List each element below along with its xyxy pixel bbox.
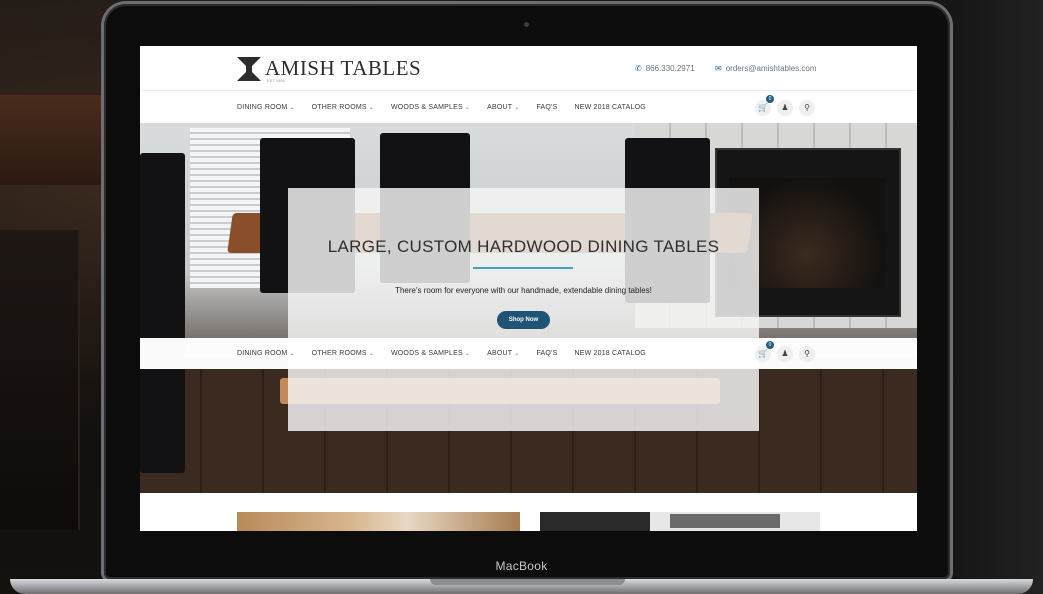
logo-text: AMISH TABLES	[265, 56, 422, 80]
hero-banner: LARGE, CUSTOM HARDWOOD DINING TABLES The…	[140, 123, 917, 493]
cart-button[interactable]: 🛒 0	[755, 340, 774, 362]
promo-tile-dining[interactable]	[237, 512, 520, 531]
laptop-screen: AMISH TABLES EST 1996 ✆ 866.330.2971 ✉ o…	[140, 46, 917, 531]
search-icon: ⚲	[804, 349, 810, 358]
nav-icons: 🛒 0 ♟ ⚲	[755, 340, 815, 362]
shop-now-button[interactable]: Shop Now	[497, 311, 550, 329]
nav-item-woods-samples[interactable]: WOODS & SAMPLES ⌄	[391, 104, 470, 111]
nav-item-faqs[interactable]: FAQ'S	[536, 350, 557, 357]
device-label: MacBook	[495, 559, 548, 573]
chevron-down-icon: ⌄	[514, 351, 520, 357]
hero-divider	[473, 267, 573, 269]
hero-subtitle: There's room for everyone with our handm…	[395, 286, 652, 295]
chevron-down-icon: ⌄	[368, 351, 374, 357]
hero-title: LARGE, CUSTOM HARDWOOD DINING TABLES	[327, 237, 720, 256]
nav-icons: 🛒 0 ♟ ⚲	[755, 94, 815, 116]
chevron-down-icon: ⌄	[464, 351, 471, 357]
chevron-down-icon: ⌄	[464, 105, 471, 111]
phone-number: 866.330.2971	[645, 64, 695, 73]
nav-item-faqs[interactable]: FAQ'S	[536, 104, 557, 111]
chevron-down-icon: ⌄	[289, 351, 295, 357]
logo-quilt-icon	[237, 56, 261, 81]
cart-button[interactable]: 🛒 0	[755, 94, 774, 116]
logo-subtext: EST 1996	[267, 78, 285, 83]
cart-count-badge: 0	[766, 340, 774, 349]
nav-item-other-rooms[interactable]: OTHER ROOMS ⌄	[312, 104, 374, 111]
promo-tile-showroom[interactable]	[540, 512, 820, 531]
nav-item-dining-room[interactable]: DINING ROOM ⌄	[237, 350, 295, 357]
nav-item-woods-samples[interactable]: WOODS & SAMPLES ⌄	[391, 350, 470, 357]
chevron-down-icon: ⌄	[368, 105, 374, 111]
user-icon: ♟	[781, 349, 789, 358]
phone-icon: ✆	[635, 64, 642, 73]
main-nav: DINING ROOM ⌄ OTHER ROOMS ⌄ WOODS & SAMPLE…	[140, 90, 917, 124]
site-logo[interactable]: AMISH TABLES	[237, 56, 421, 81]
account-button[interactable]: ♟	[777, 99, 793, 116]
hero-chair	[140, 153, 185, 473]
search-icon: ⚲	[804, 103, 810, 112]
chevron-down-icon: ⌄	[289, 105, 295, 111]
nav-item-about[interactable]: ABOUT ⌄	[487, 104, 519, 111]
site-header: AMISH TABLES EST 1996 ✆ 866.330.2971 ✉ o…	[140, 46, 917, 90]
phone-link[interactable]: ✆ 866.330.2971	[635, 64, 695, 73]
background-table	[0, 95, 110, 185]
nav-item-catalog[interactable]: NEW 2018 CATALOG	[574, 104, 645, 111]
cart-count-badge: 0	[766, 94, 774, 103]
background-wall	[948, 0, 1043, 594]
nav-menu: DINING ROOM ⌄ OTHER ROOMS ⌄ WOODS & SAMPLE…	[237, 350, 663, 357]
cart-icon: 🛒	[758, 103, 768, 112]
laptop-notch	[430, 579, 625, 585]
chevron-down-icon: ⌄	[514, 105, 520, 111]
nav-item-about[interactable]: ABOUT ⌄	[487, 350, 519, 357]
nav-item-catalog[interactable]: NEW 2018 CATALOG	[574, 350, 645, 357]
nav-item-other-rooms[interactable]: OTHER ROOMS ⌄	[312, 350, 374, 357]
webcam	[524, 22, 529, 27]
nav-item-dining-room[interactable]: DINING ROOM ⌄	[237, 104, 295, 111]
envelope-icon: ✉	[715, 64, 722, 73]
nav-menu: DINING ROOM ⌄ OTHER ROOMS ⌄ WOODS & SAMPLE…	[237, 104, 663, 111]
cart-icon: 🛒	[758, 349, 768, 358]
hero-overlay-card: LARGE, CUSTOM HARDWOOD DINING TABLES The…	[288, 188, 759, 431]
sticky-nav: DINING ROOM ⌄ OTHER ROOMS ⌄ WOODS & SAMPLE…	[140, 338, 917, 369]
email-address: orders@amishtables.com	[725, 64, 817, 73]
user-icon: ♟	[781, 103, 789, 112]
email-link[interactable]: ✉ orders@amishtables.com	[715, 64, 817, 73]
search-button[interactable]: ⚲	[799, 99, 815, 116]
search-button[interactable]: ⚲	[799, 345, 815, 362]
background-chair	[0, 230, 80, 530]
account-button[interactable]: ♟	[777, 345, 793, 362]
